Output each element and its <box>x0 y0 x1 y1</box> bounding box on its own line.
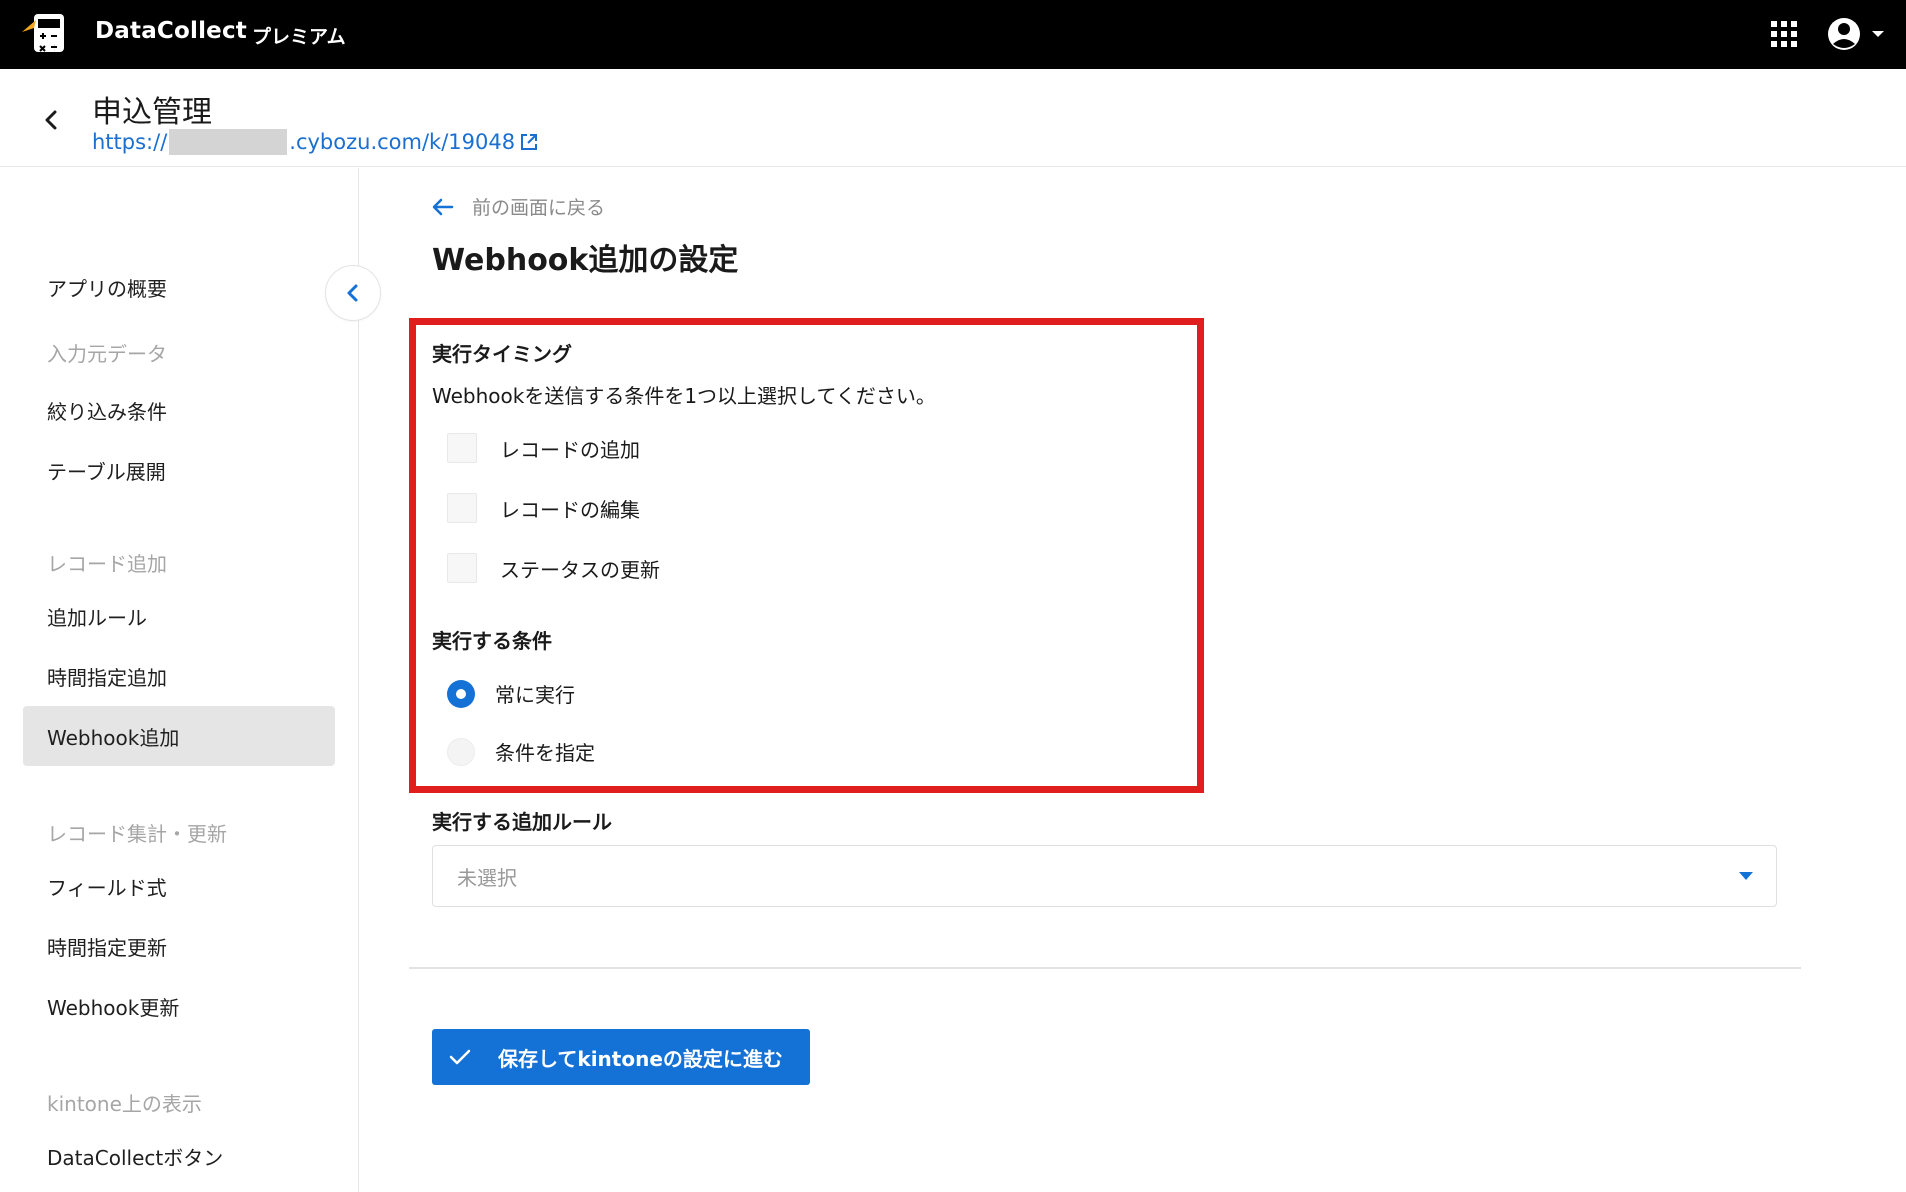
back-link[interactable]: 前の画面に戻る <box>432 193 605 220</box>
external-link-icon <box>521 134 538 150</box>
app-header: 申込管理 https:// .cybozu.com/k/19048 <box>0 69 1906 167</box>
page-title: Webhook追加の設定 <box>432 243 739 278</box>
sidebar-section-record-add: レコード追加 <box>47 552 167 576</box>
save-button-label: 保存してkintoneの設定に進む <box>498 1046 783 1071</box>
checkbox-label: ステータスの更新 <box>500 557 660 582</box>
checkbox-record-edit[interactable]: レコードの編集 <box>447 493 640 523</box>
radio-always-run[interactable]: 常に実行 <box>447 679 575 708</box>
add-rule-section-label: 実行する追加ルール <box>432 810 612 834</box>
condition-section-label: 実行する条件 <box>432 629 552 653</box>
back-link-label: 前の画面に戻る <box>472 197 606 219</box>
sidebar-section-kintone-display: kintone上の表示 <box>47 1092 202 1116</box>
url-prefix: https:// <box>92 130 168 154</box>
checkbox-label: レコードの追加 <box>500 437 640 462</box>
checkbox-label: レコードの編集 <box>500 497 640 522</box>
sidebar-item-webhook-update[interactable]: Webhook更新 <box>23 976 335 1036</box>
arrow-left-icon <box>432 198 454 215</box>
caret-down-icon <box>1872 31 1884 37</box>
caret-down-icon <box>1739 872 1753 880</box>
url-redaction <box>169 129 288 155</box>
add-rule-select[interactable]: 未選択 <box>432 845 1777 907</box>
app-title: 申込管理 <box>92 95 212 130</box>
sidebar: アプリの概要 入力元データ 絞り込み条件 テーブル展開 レコード追加 追加ルール… <box>0 168 359 1192</box>
sidebar-item-webhook-add[interactable]: Webhook追加 <box>23 706 335 766</box>
radio-label: 常に実行 <box>495 683 575 707</box>
chevron-left-icon[interactable] <box>36 105 66 135</box>
checkmark-icon <box>449 1049 471 1065</box>
account-icon <box>1828 18 1860 50</box>
checkbox-box[interactable] <box>447 493 477 523</box>
timing-description: Webhookを送信する条件を1つ以上選択してください。 <box>432 384 936 408</box>
divider <box>409 967 1801 969</box>
sidebar-item-scheduled-update[interactable]: 時間指定更新 <box>23 916 335 976</box>
save-and-continue-button[interactable]: 保存してkintoneの設定に進む <box>432 1029 810 1085</box>
sidebar-item-app-overview[interactable]: アプリの概要 <box>23 257 335 317</box>
checkbox-record-add[interactable]: レコードの追加 <box>447 433 640 463</box>
url-suffix: .cybozu.com/k/19048 <box>289 130 516 154</box>
app-url-link[interactable]: https:// .cybozu.com/k/19048 <box>92 129 539 155</box>
plan-badge: プレミアム <box>252 26 346 48</box>
checkbox-box[interactable] <box>447 553 477 583</box>
sidebar-section-aggregate-update: レコード集計・更新 <box>47 822 227 846</box>
sidebar-section-input-data: 入力元データ <box>47 342 167 366</box>
sidebar-item-add-rule[interactable]: 追加ルール <box>23 586 335 646</box>
calculator-logo-icon[interactable] <box>20 10 72 56</box>
sidebar-item-field-formula[interactable]: フィールド式 <box>23 856 335 916</box>
apps-grid-icon[interactable] <box>1770 20 1798 48</box>
user-menu[interactable] <box>1826 16 1890 52</box>
chevron-left-icon <box>347 284 358 302</box>
radio-specify-condition[interactable]: 条件を指定 <box>447 737 595 766</box>
sidebar-collapse-button[interactable] <box>325 265 381 321</box>
select-value: 未選択 <box>457 865 517 890</box>
checkbox-status-update[interactable]: ステータスの更新 <box>447 553 660 583</box>
sidebar-item-scheduled-add[interactable]: 時間指定追加 <box>23 646 335 706</box>
sidebar-item-table-expand[interactable]: テーブル展開 <box>23 440 335 500</box>
radio-button[interactable] <box>447 737 475 766</box>
top-bar: DataCollect プレミアム <box>0 0 1906 69</box>
radio-button-selected[interactable] <box>447 679 475 708</box>
timing-section-label: 実行タイミング <box>432 342 572 366</box>
brand-name: DataCollect <box>95 18 248 44</box>
checkbox-box[interactable] <box>447 433 477 463</box>
sidebar-item-datacollect-button[interactable]: DataCollectボタン <box>23 1126 335 1186</box>
radio-label: 条件を指定 <box>495 741 595 765</box>
sidebar-item-filter-conditions[interactable]: 絞り込み条件 <box>23 380 335 440</box>
